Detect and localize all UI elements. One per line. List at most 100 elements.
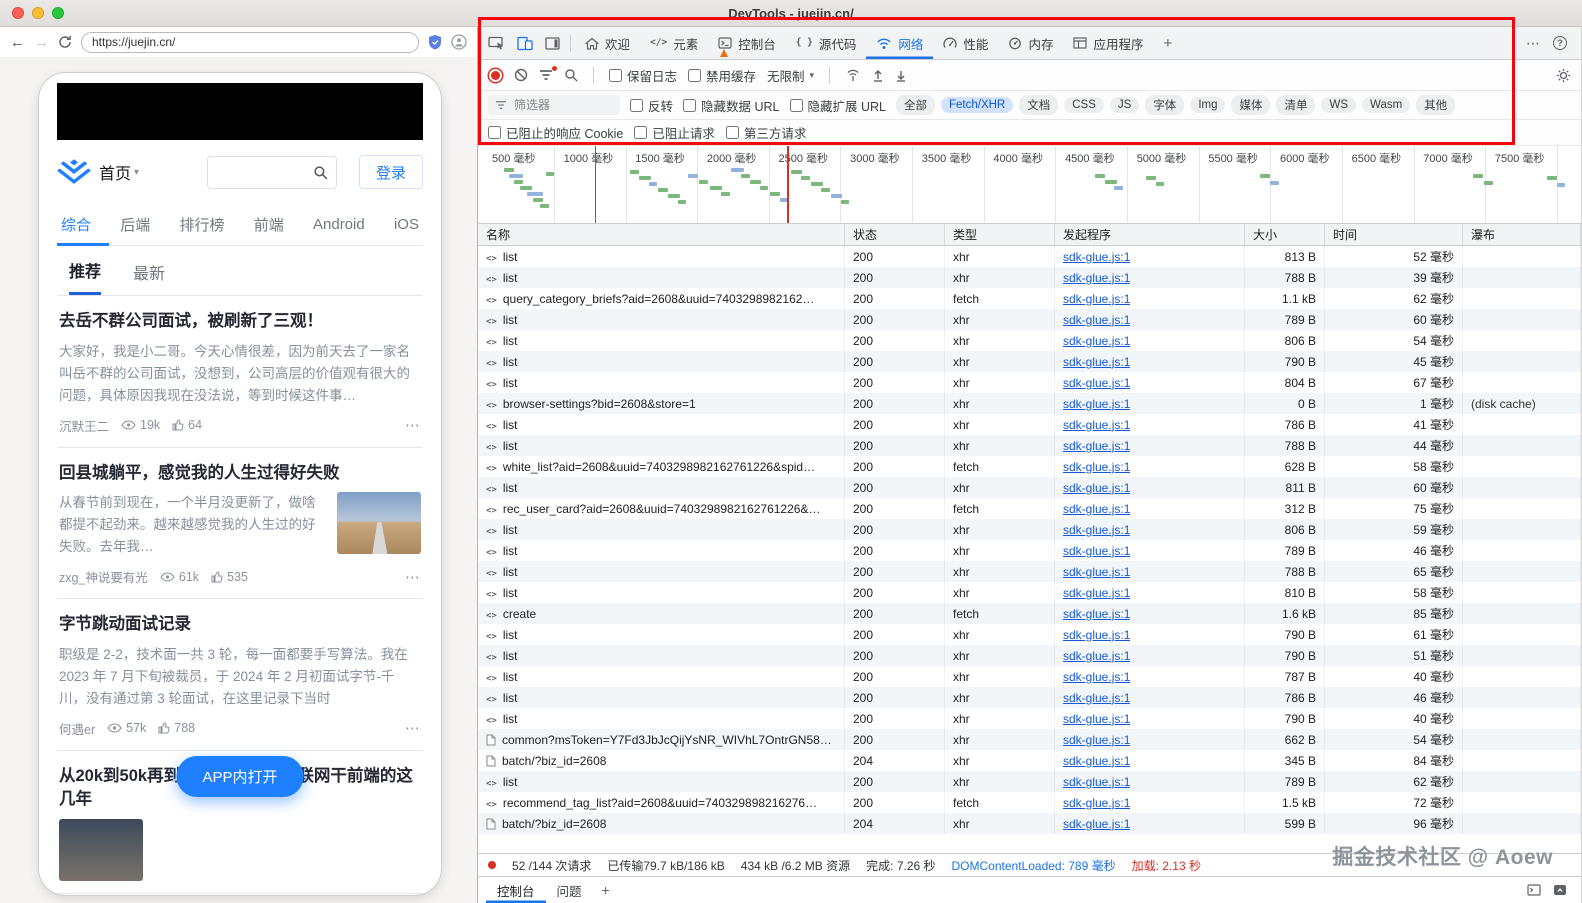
initiator-link[interactable]: sdk-glue.js:1 [1063,439,1130,453]
article-item[interactable]: 字节跳动面试记录 职级是 2-2，技术面一共 3 轮，每一面都要手写算法。我在 2… [57,599,423,751]
filter-pill-文档[interactable]: 文档 [1019,95,1059,115]
more-options-icon[interactable]: ⋯ [405,568,421,586]
blocked-requests-checkbox[interactable]: 已阻止请求 [634,123,715,142]
reload-icon[interactable] [58,35,72,49]
filter-pill-全部[interactable]: 全部 [895,95,935,115]
tab-元素[interactable]: </> 元素 [640,27,708,59]
table-row[interactable]: <> recommend_tag_list?aid=2608&uuid=74032… [478,792,1581,813]
table-row[interactable]: batch/?biz_id=2608 204 xhr sdk-glue.js:1 599… [478,813,1581,834]
initiator-link[interactable]: sdk-glue.js:1 [1063,628,1130,642]
initiator-link[interactable]: sdk-glue.js:1 [1063,460,1130,474]
filter-pill-Fetch/XHR[interactable]: Fetch/XHR [940,97,1014,113]
search-icon[interactable] [313,165,328,180]
initiator-link[interactable]: sdk-glue.js:1 [1063,523,1130,537]
third-party-checkbox[interactable]: 第三方请求 [725,123,806,142]
site-subtab-最新[interactable]: 最新 [133,248,165,294]
column-header-瀑布[interactable]: 瀑布 [1463,224,1581,245]
filter-pill-JS[interactable]: JS [1109,97,1140,113]
filter-pill-CSS[interactable]: CSS [1064,97,1104,113]
table-row[interactable]: <> list 200 xhr sdk-glue.js:1 790 B 51 毫秒 [478,645,1581,666]
drawer-more-button[interactable]: + [593,882,619,898]
initiator-link[interactable]: sdk-glue.js:1 [1063,817,1130,831]
preserve-log-checkbox[interactable]: 保留日志 [609,66,677,85]
profile-icon[interactable] [451,34,467,50]
table-row[interactable]: <> list 200 xhr sdk-glue.js:1 787 B 40 毫秒 [478,666,1581,687]
site-tab-前端[interactable]: 前端 [254,214,284,235]
initiator-link[interactable]: sdk-glue.js:1 [1063,754,1130,768]
column-header-发起程序[interactable]: 发起程序 [1055,224,1245,245]
tab-控制台[interactable]: 控制台 [708,27,786,59]
table-row[interactable]: <> list 200 xhr sdk-glue.js:1 790 B 45 毫秒 [478,351,1581,372]
initiator-link[interactable]: sdk-glue.js:1 [1063,544,1130,558]
third-party-input[interactable] [725,126,739,139]
open-in-app-button[interactable]: APP内打开 [176,756,304,797]
initiator-link[interactable]: sdk-glue.js:1 [1063,649,1130,663]
initiator-link[interactable]: sdk-glue.js:1 [1063,712,1130,726]
record-network-log-icon[interactable] [491,70,500,80]
network-conditions-icon[interactable] [845,68,861,82]
filter-pill-字体[interactable]: 字体 [1145,95,1185,115]
site-tab-排行榜[interactable]: 排行榜 [180,214,225,235]
table-row[interactable]: <> list 200 xhr sdk-glue.js:1 806 B 54 毫秒 [478,330,1581,351]
device-toolbar-icon[interactable] [517,36,533,51]
table-row[interactable]: <> list 200 xhr sdk-glue.js:1 788 B 44 毫秒 [478,435,1581,456]
table-row[interactable]: <> white_list?aid=2608&uuid=7403298982162… [478,456,1581,477]
site-tab-Android[interactable]: Android [313,216,365,233]
filter-field[interactable] [488,95,620,115]
filter-input[interactable] [512,97,604,113]
table-row[interactable]: <> list 200 xhr sdk-glue.js:1 789 B 62 毫秒 [478,771,1581,792]
console-sidebar-icon[interactable] [1527,884,1541,896]
site-subtab-推荐[interactable]: 推荐 [69,246,102,295]
tab-网络[interactable]: 网络 [866,27,933,59]
table-row[interactable]: <> list 200 xhr sdk-glue.js:1 811 B 60 毫秒 [478,477,1581,498]
initiator-link[interactable]: sdk-glue.js:1 [1063,271,1130,285]
initiator-link[interactable]: sdk-glue.js:1 [1063,733,1130,747]
site-tab-iOS[interactable]: iOS [394,216,419,233]
column-header-大小[interactable]: 大小 [1245,224,1325,245]
juejin-logo-icon[interactable] [57,158,91,186]
table-row[interactable]: <> list 200 xhr sdk-glue.js:1 804 B 67 毫秒 [478,372,1581,393]
url-bar[interactable] [81,31,419,53]
disable-cache-checkbox[interactable]: 禁用缓存 [688,66,756,85]
disable-cache-input[interactable] [688,68,702,82]
initiator-link[interactable]: sdk-glue.js:1 [1063,250,1130,264]
initiator-link[interactable]: sdk-glue.js:1 [1063,775,1130,789]
site-search-box[interactable] [207,155,337,189]
tab-欢迎[interactable]: 欢迎 [575,27,640,59]
initiator-link[interactable]: sdk-glue.js:1 [1063,334,1130,348]
table-row[interactable]: <> list 200 xhr sdk-glue.js:1 810 B 58 毫秒 [478,582,1581,603]
throttling-dropdown[interactable]: 无限制 ▾ [767,66,814,85]
network-overview[interactable]: 500 毫秒 1000 毫秒 1500 毫秒 2000 毫秒 2500 毫秒 3000 毫… [478,146,1581,224]
invert-filter-input[interactable] [630,98,643,112]
invert-filter-checkbox[interactable]: 反转 [630,96,673,115]
preserve-log-input[interactable] [609,68,622,82]
export-har-icon[interactable] [872,69,884,82]
hide-data-urls-checkbox[interactable]: 隐藏数据 URL [683,96,780,115]
tab-应用程序[interactable]: 应用程序 [1063,27,1153,59]
blocked-cookies-input[interactable] [488,126,501,139]
initiator-link[interactable]: sdk-glue.js:1 [1063,355,1130,369]
drawer-expand-icon[interactable] [1553,884,1567,896]
initiator-link[interactable]: sdk-glue.js:1 [1063,481,1130,495]
blocked-requests-input[interactable] [634,126,648,139]
table-row[interactable]: <> list 200 xhr sdk-glue.js:1 788 B 65 毫秒 [478,561,1581,582]
inspect-element-icon[interactable] [488,36,505,51]
column-header-类型[interactable]: 类型 [945,224,1055,245]
initiator-link[interactable]: sdk-glue.js:1 [1063,397,1130,411]
site-tab-综合[interactable]: 综合 [61,214,91,235]
column-header-时间[interactable]: 时间 [1325,224,1463,245]
more-options-icon[interactable]: ⋯ [405,719,421,737]
filter-pill-清单[interactable]: 清单 [1276,95,1316,115]
shield-extension-icon[interactable] [428,34,442,50]
initiator-link[interactable]: sdk-glue.js:1 [1063,565,1130,579]
initiator-link[interactable]: sdk-glue.js:1 [1063,292,1130,306]
login-button[interactable]: 登录 [359,155,423,189]
article-item[interactable]: 去岳不群公司面试，被刷新了三观！ 大家好，我是小二哥。今天心情很差，因为前天去了一… [57,296,423,448]
filter-pill-Img[interactable]: Img [1190,97,1226,113]
table-row[interactable]: common?msToken=Y7Fd3JbJcQijYsNR_WIVhL7On… [478,729,1581,750]
ad-banner[interactable] [57,83,423,140]
site-search-input[interactable] [216,163,313,181]
help-icon[interactable]: ? [1553,36,1567,50]
hide-extension-urls-input[interactable] [789,98,803,112]
table-row[interactable]: <> list 200 xhr sdk-glue.js:1 786 B 41 毫秒 [478,414,1581,435]
